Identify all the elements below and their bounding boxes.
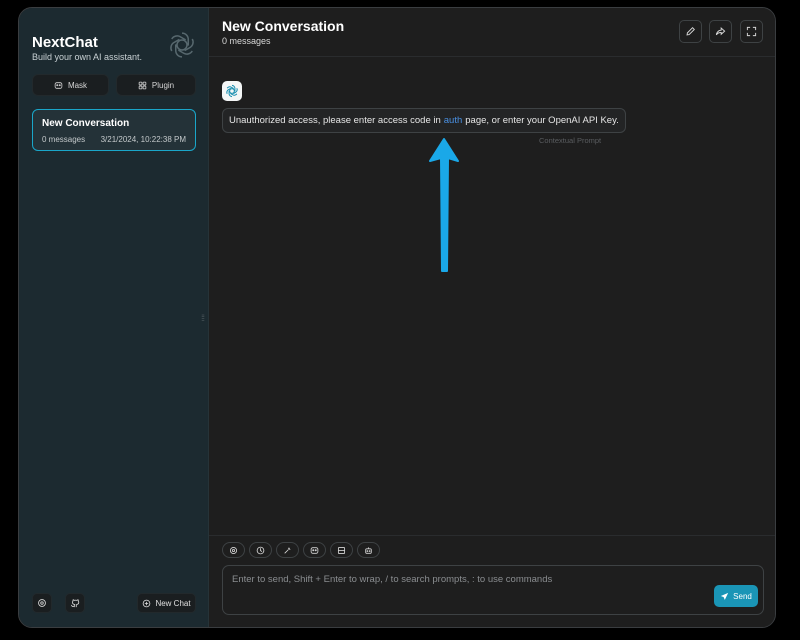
maximize-icon <box>746 26 757 37</box>
edit-icon <box>686 27 695 36</box>
add-icon <box>143 599 151 607</box>
message-text-after: page, or enter your OpenAI API Key. <box>465 115 619 126</box>
message-text-before: Unauthorized access, please enter access… <box>229 115 441 126</box>
robot-icon <box>365 546 372 554</box>
header-divider <box>209 56 775 57</box>
brand-title: NextChat <box>32 34 98 51</box>
mask-tool-button[interactable] <box>303 542 326 558</box>
message-date: Contextual Prompt <box>539 136 602 145</box>
chat-list-item[interactable]: New Conversation 0 messages 3/21/2024, 1… <box>32 109 196 151</box>
chat-panel: New Conversation 0 messages Unauthorized… <box>209 8 775 627</box>
chat-input[interactable] <box>222 565 764 615</box>
input-divider <box>209 535 775 536</box>
new-chat-button[interactable]: New Chat <box>137 593 196 613</box>
prompt-button[interactable] <box>276 542 299 558</box>
chat-settings-button[interactable] <box>222 542 245 558</box>
model-button[interactable] <box>357 542 380 558</box>
plugin-icon <box>138 81 147 89</box>
auth-link[interactable]: auth <box>444 115 463 126</box>
edit-title-button[interactable] <box>679 20 702 43</box>
settings-icon <box>229 546 238 554</box>
settings-icon <box>38 599 46 607</box>
sidebar-resize-handle[interactable]: ⁞⁞ <box>201 313 205 323</box>
maximize-button[interactable] <box>740 20 763 43</box>
openai-logo-icon <box>170 32 194 58</box>
mask-label: Mask <box>67 80 88 90</box>
send-icon <box>721 592 729 600</box>
chat-item-count: 0 messages <box>42 135 86 144</box>
openai-logo-icon <box>226 84 238 98</box>
new-chat-label: New Chat <box>155 598 191 608</box>
clear-context-button[interactable] <box>330 542 353 558</box>
bot-avatar <box>222 81 242 101</box>
chat-message-count: 0 messages <box>222 36 271 46</box>
theme-button[interactable] <box>249 542 272 558</box>
mask-icon <box>310 546 319 554</box>
plugin-button[interactable]: Plugin <box>116 74 196 96</box>
clear-context-icon <box>337 546 346 554</box>
share-button[interactable] <box>709 20 732 43</box>
mask-button[interactable]: Mask <box>32 74 109 96</box>
github-button[interactable] <box>65 593 85 613</box>
plugin-label: Plugin <box>151 80 175 90</box>
github-icon <box>70 599 80 608</box>
share-icon <box>715 26 726 36</box>
mask-icon <box>54 81 63 89</box>
send-button[interactable]: Send <box>714 585 758 607</box>
chat-item-time: 3/21/2024, 10:22:38 PM <box>100 135 186 144</box>
chat-title[interactable]: New Conversation <box>222 18 344 34</box>
send-label: Send <box>733 591 752 601</box>
app-window: NextChat Build your own AI assistant. Ma… <box>18 7 776 628</box>
settings-button[interactable] <box>32 593 52 613</box>
sidebar: NextChat Build your own AI assistant. Ma… <box>19 8 209 627</box>
chat-item-title: New Conversation <box>42 118 130 129</box>
bot-message: Unauthorized access, please enter access… <box>222 108 626 133</box>
theme-icon <box>256 546 265 554</box>
prompt-icon <box>284 547 291 554</box>
brand-subtitle: Build your own AI assistant. <box>32 52 143 62</box>
annotation-arrow <box>429 138 459 272</box>
